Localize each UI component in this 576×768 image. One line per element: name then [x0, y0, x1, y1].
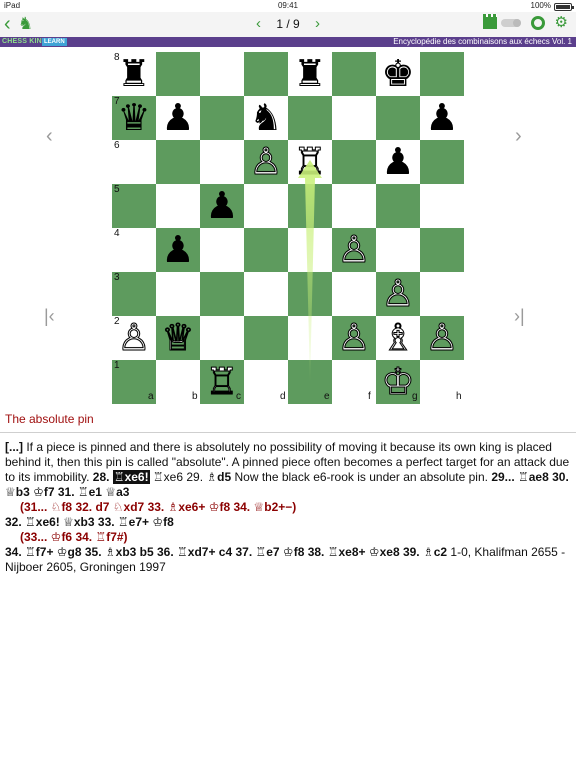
first-move-button[interactable]: |‹ — [44, 306, 55, 326]
toolbar-actions: ⚙ — [482, 14, 568, 30]
lesson-theme: The absolute pin — [5, 412, 94, 426]
course-banner: CHESS KING LEARN Encyclopédie des combin… — [0, 37, 576, 47]
video-clapper-icon[interactable] — [482, 14, 497, 29]
current-move[interactable]: ♖xe6! — [112, 470, 150, 484]
line-32: 32. ♖xe6! ♕xb3 33. ♖e7+ ♔f8 — [5, 515, 571, 530]
move-commentary: [...] If a piece is pinned and there is … — [5, 440, 571, 575]
battery-icon — [554, 3, 574, 11]
previous-page-button[interactable]: ‹ — [256, 16, 261, 31]
variation-1[interactable]: (31... ♘f8 32. d7 ♘xd7 33. ♗xe6+ ♔f8 34.… — [5, 500, 571, 515]
course-title: Encyclopédie des combinaisons aux échecs… — [393, 37, 572, 46]
moves-32-33[interactable]: 32. ♖xe6! ♕xb3 33. ♖e7+ ♔f8 — [5, 515, 174, 529]
move-arrow-path — [298, 160, 322, 382]
next-move-button[interactable]: › — [515, 126, 522, 146]
page-counter: 1 / 9 — [276, 17, 300, 31]
battery-status: 100% — [530, 0, 574, 12]
move-29-white[interactable]: ♗d5 — [206, 470, 231, 484]
move-arrow — [298, 160, 322, 382]
move-29-note: Now the black e6-rook is under an absolu… — [231, 470, 492, 484]
previous-move-button[interactable]: ‹ — [46, 126, 53, 146]
line-34: 34. ♖f7+ ♔g8 35. ♗xb3 b5 36. ♖xd7+ c4 37… — [5, 545, 571, 575]
clock: 09:41 — [277, 1, 299, 10]
next-page-button[interactable]: › — [315, 16, 320, 31]
moves-34-39[interactable]: 34. ♖f7+ ♔g8 35. ♗xb3 b5 36. ♖xd7+ c4 37… — [5, 545, 447, 559]
battery-percent: 100% — [530, 1, 551, 10]
last-move-button[interactable]: ›| — [514, 306, 525, 326]
intro-paragraph: [...] If a piece is pinned and there is … — [5, 440, 571, 500]
toolbar: ‹ ♞ ‹ 1 / 9 › ⚙ — [0, 12, 576, 37]
status-bar: iPad 09:41 100% — [0, 0, 576, 12]
intro-marker: [...] — [5, 440, 23, 454]
divider — [0, 432, 576, 433]
settings-gear-icon[interactable]: ⚙ — [555, 15, 568, 30]
video-toggle[interactable] — [500, 19, 521, 27]
move-28-black[interactable]: ♖xe6 29. — [150, 470, 207, 484]
variation-2[interactable]: (33... ♔f6 34. ♖f7#) — [5, 530, 571, 545]
move-28-number[interactable]: 28. — [93, 470, 113, 484]
brand-learn-badge: LEARN — [42, 38, 67, 46]
film-reel-icon[interactable] — [530, 16, 545, 30]
chess-board[interactable]: 87654321abcdefgh♜♜♚♛♟♞♟♙♖♟♟♟♙♙♙♕♙♗♙♖♔ — [112, 52, 464, 404]
brand-name: CHESS KING — [2, 38, 48, 45]
